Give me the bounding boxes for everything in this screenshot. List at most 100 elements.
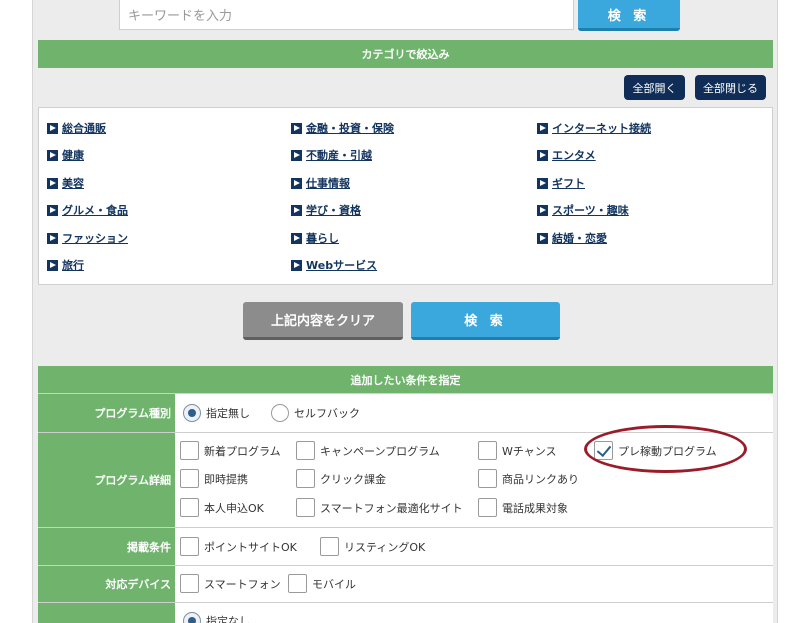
conditions-header: 追加したい条件を指定 — [38, 366, 773, 394]
play-icon — [291, 232, 302, 244]
checkbox-icon — [296, 469, 315, 488]
checkbox-icon — [296, 498, 315, 517]
checkbox-label: クリック課金 — [320, 472, 386, 486]
category-link[interactable]: Webサービス — [291, 257, 377, 273]
clear-button[interactable]: 上記内容をクリア — [243, 302, 403, 340]
checkbox-icon — [288, 574, 307, 593]
category-link[interactable]: 学び・資格 — [291, 202, 361, 218]
listing-label: 掲載条件 — [38, 528, 175, 565]
category-link[interactable]: 健康 — [47, 147, 84, 163]
play-icon — [537, 204, 548, 216]
search-button[interactable]: 検 索 — [578, 0, 680, 31]
checkbox-label: スマートフォン — [204, 577, 281, 591]
checkbox-label: 新着プログラム — [204, 444, 281, 458]
next-row: 指定なし — [38, 602, 773, 623]
radio-icon — [271, 404, 289, 422]
play-icon — [47, 149, 58, 161]
checkbox-icon — [478, 441, 497, 460]
device-label: 対応デバイス — [38, 566, 175, 602]
category-label: 総合通販 — [62, 122, 106, 135]
play-icon — [47, 232, 58, 244]
checkbox-icon — [180, 469, 199, 488]
checkbox-icon — [180, 441, 199, 460]
checkbox-campaign[interactable]: キャンペーンプログラム — [296, 441, 440, 460]
category-link[interactable]: インターネット接続 — [537, 120, 651, 136]
checkbox-new[interactable]: 新着プログラム — [180, 441, 281, 460]
checkbox-instant[interactable]: 即時提携 — [180, 469, 248, 488]
checkbox-product-link[interactable]: 商品リンクあり — [478, 469, 579, 488]
play-icon — [47, 122, 58, 134]
checkbox-point-site[interactable]: ポイントサイトOK — [180, 537, 297, 556]
play-icon — [47, 204, 58, 216]
collapse-all-button[interactable]: 全部閉じる — [695, 75, 766, 100]
category-label: インターネット接続 — [552, 122, 651, 135]
category-link[interactable]: 不動産・引越 — [291, 147, 372, 163]
play-icon — [291, 259, 302, 271]
checkbox-phone[interactable]: 電話成果対象 — [478, 498, 568, 517]
checkbox-wchance[interactable]: Wチャンス — [478, 441, 557, 460]
checkbox-click[interactable]: クリック課金 — [296, 469, 386, 488]
category-label: 金融・投資・保険 — [306, 122, 394, 135]
category-link[interactable]: スポーツ・趣味 — [537, 202, 629, 218]
play-icon — [537, 149, 548, 161]
category-link[interactable]: エンタメ — [537, 147, 596, 163]
radio-none[interactable]: 指定無し — [183, 404, 250, 422]
radio-unspecified[interactable]: 指定なし — [183, 612, 250, 623]
checkbox-listing[interactable]: リスティングOK — [320, 537, 425, 556]
category-label: 仕事情報 — [306, 177, 350, 190]
category-label: 学び・資格 — [306, 204, 361, 217]
checkbox-icon — [478, 469, 497, 488]
checkbox-label: 即時提携 — [204, 472, 248, 486]
play-icon — [291, 204, 302, 216]
checkbox-self-apply[interactable]: 本人申込OK — [180, 498, 264, 517]
keyword-input[interactable]: キーワードを入力 — [119, 0, 574, 30]
category-link[interactable]: 仕事情報 — [291, 175, 350, 191]
category-label: Webサービス — [306, 259, 378, 272]
next-row-label — [38, 603, 175, 623]
checkbox-label: Wチャンス — [502, 444, 557, 458]
checkbox-label: スマートフォン最適化サイト — [320, 501, 463, 515]
category-label: 美容 — [62, 177, 84, 190]
search-submit-button[interactable]: 検 索 — [411, 302, 560, 340]
category-link[interactable]: 結婚・恋愛 — [537, 230, 607, 246]
checkbox-icon — [320, 537, 339, 556]
play-icon — [537, 177, 548, 189]
checkbox-label: 電話成果対象 — [502, 501, 568, 515]
radio-selected-icon — [183, 612, 201, 623]
category-link[interactable]: ファッション — [47, 230, 128, 246]
category-link[interactable]: グルメ・食品 — [47, 202, 128, 218]
play-icon — [47, 177, 58, 189]
category-link[interactable]: 旅行 — [47, 257, 84, 273]
radio-label: セルフバック — [294, 407, 360, 420]
play-icon — [291, 177, 302, 189]
checkbox-label: ポイントサイトOK — [204, 540, 297, 554]
radio-label: 指定なし — [206, 615, 250, 623]
play-icon — [291, 149, 302, 161]
category-label: 結婚・恋愛 — [552, 232, 607, 245]
category-link[interactable]: 美容 — [47, 175, 84, 191]
category-label: グルメ・食品 — [62, 204, 128, 217]
checkbox-icon — [296, 441, 315, 460]
category-link[interactable]: 暮らし — [291, 230, 339, 246]
checkbox-smartphone-optimized[interactable]: スマートフォン最適化サイト — [296, 498, 463, 517]
device-row: 対応デバイス スマートフォン モバイル — [38, 565, 773, 602]
category-label: 暮らし — [306, 232, 339, 245]
radio-selfback[interactable]: セルフバック — [271, 404, 360, 422]
play-icon — [537, 122, 548, 134]
checkbox-smartphone[interactable]: スマートフォン — [180, 574, 281, 593]
device-options: スマートフォン モバイル — [175, 566, 773, 602]
checkbox-icon — [478, 498, 497, 517]
category-label: 健康 — [62, 149, 84, 162]
checkbox-label: モバイル — [312, 577, 356, 591]
category-link[interactable]: 総合通販 — [47, 120, 106, 136]
checkbox-label: 本人申込OK — [204, 501, 264, 515]
checkbox-mobile[interactable]: モバイル — [288, 574, 356, 593]
category-link[interactable]: 金融・投資・保険 — [291, 120, 394, 136]
category-label: 不動産・引越 — [306, 149, 372, 162]
category-label: スポーツ・趣味 — [552, 204, 629, 217]
checkbox-label: キャンペーンプログラム — [320, 444, 440, 458]
play-icon — [291, 122, 302, 134]
category-link[interactable]: ギフト — [537, 175, 585, 191]
category-label: ギフト — [552, 177, 585, 190]
expand-all-button[interactable]: 全部開く — [624, 75, 685, 100]
